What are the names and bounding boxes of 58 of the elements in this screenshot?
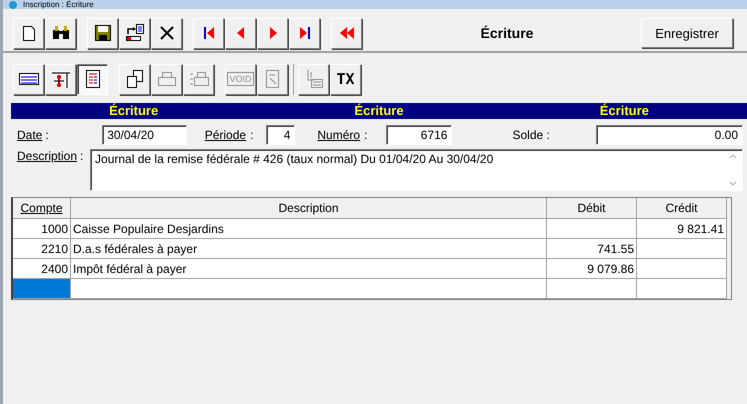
colon-text: : bbox=[79, 149, 84, 163]
number-field[interactable]: 6716 bbox=[386, 125, 452, 145]
table-cell[interactable]: 2400 bbox=[13, 259, 71, 279]
table-cell: D.a.s fédérales à payer bbox=[71, 239, 547, 259]
table-cell: 741.55 bbox=[547, 239, 637, 259]
field-label: Description bbox=[17, 149, 78, 163]
banner-title: Écriture bbox=[108, 103, 160, 119]
colon-text: : bbox=[363, 128, 368, 142]
period-field[interactable]: 4 bbox=[266, 125, 296, 145]
field-label: Date bbox=[17, 128, 42, 142]
colon-text: : bbox=[44, 128, 50, 142]
field-label: Numéro bbox=[317, 128, 360, 142]
tx-text-icon: TX bbox=[336, 70, 355, 88]
save-button[interactable]: Enregistrer bbox=[641, 18, 733, 48]
export-document-icon bbox=[124, 24, 144, 42]
printer-icon bbox=[158, 72, 176, 86]
table-cell: 9 821.41 bbox=[637, 219, 727, 239]
toolbar-button[interactable] bbox=[77, 64, 108, 94]
toolbar-button[interactable]: TX bbox=[330, 64, 361, 94]
document-edit-icon bbox=[266, 70, 280, 88]
app-logo-icon bbox=[9, 0, 17, 8]
printer-stack-icon bbox=[304, 69, 322, 89]
colon-text: : bbox=[249, 128, 254, 142]
table-cell[interactable]: 1000 bbox=[13, 219, 71, 239]
void-stamp-icon: VOID bbox=[227, 72, 254, 86]
column-header: Description bbox=[71, 198, 547, 219]
table-cell: 9 079.86 bbox=[547, 259, 637, 279]
column-header: Crédit bbox=[637, 198, 727, 219]
scroll-arrows-icon bbox=[728, 152, 738, 188]
previous-arrow-icon bbox=[236, 27, 244, 39]
binoculars-icon bbox=[52, 26, 70, 40]
field-label: Période bbox=[204, 128, 246, 142]
next-arrow-icon bbox=[268, 27, 276, 39]
text-lines-icon bbox=[18, 73, 38, 85]
column-header: Débit bbox=[547, 198, 637, 219]
table-cell[interactable] bbox=[13, 279, 71, 299]
form-document-icon bbox=[86, 70, 100, 88]
split-entry-icon bbox=[52, 70, 70, 88]
page-heading: Écriture bbox=[480, 25, 534, 41]
column-header: Compte bbox=[13, 198, 71, 219]
rewind-arrows-icon bbox=[340, 27, 354, 39]
copy-icon bbox=[126, 70, 142, 88]
printer-batch-icon bbox=[188, 71, 208, 87]
table-cell[interactable]: 2210 bbox=[13, 239, 71, 259]
description-field[interactable]: Journal de la remise fédérale # 426 (taux normal) Du 01/04/20 Au 30/04/20 bbox=[90, 149, 743, 191]
last-record-icon bbox=[298, 26, 310, 40]
banner-title: Écriture bbox=[353, 103, 405, 119]
balance-field[interactable]: 0.00 bbox=[596, 125, 743, 145]
date-field[interactable]: 30/04/20 bbox=[102, 125, 187, 145]
banner-title: Écriture bbox=[598, 103, 650, 119]
first-record-icon bbox=[202, 26, 214, 40]
table-cell: Impôt fédéral à payer bbox=[71, 259, 547, 279]
field-label: Solde : bbox=[512, 128, 551, 142]
close-icon bbox=[160, 26, 174, 40]
table-cell: Caisse Populaire Desjardins bbox=[71, 219, 547, 239]
window-title: Inscription : Écriture bbox=[23, 0, 94, 9]
description-text: Journal de la remise fédérale # 426 (taux normal) Du 01/04/20 Au 30/04/20 bbox=[95, 152, 494, 168]
blank-page-icon bbox=[22, 26, 34, 40]
